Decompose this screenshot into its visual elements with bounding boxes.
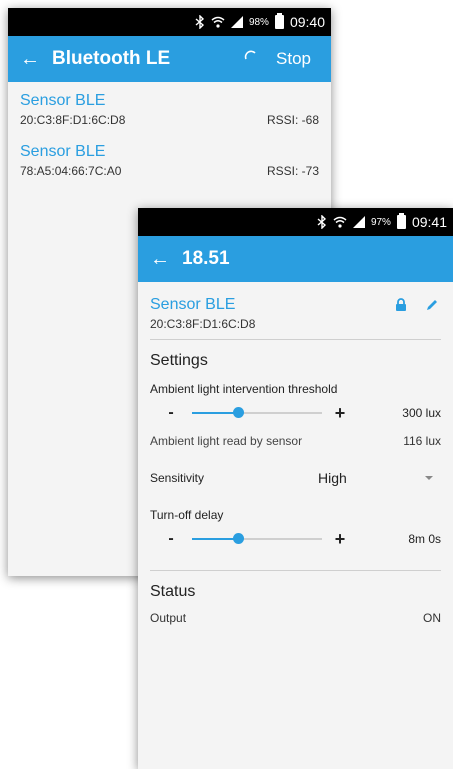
battery-percent: 98%	[248, 16, 269, 28]
delay-plus-button[interactable]: +	[322, 529, 358, 550]
threshold-slider-row: - + 300 lux	[150, 402, 441, 424]
back-arrow-icon[interactable]: ←	[8, 48, 52, 71]
divider	[150, 570, 441, 571]
sensitivity-value: High	[318, 470, 347, 486]
stop-button[interactable]: Stop	[268, 49, 331, 69]
device-name: Sensor BLE	[150, 296, 236, 313]
delay-value: 8m 0s	[408, 532, 441, 546]
back-arrow-icon[interactable]: ←	[138, 248, 182, 271]
clock: 09:41	[411, 214, 447, 230]
threshold-label: Ambient light intervention threshold	[150, 382, 338, 396]
pencil-icon[interactable]	[425, 298, 439, 317]
battery-percent: 97%	[370, 216, 391, 228]
device-rssi: RSSI: -68	[266, 113, 319, 127]
status-bar: 97% 09:41	[138, 208, 453, 236]
device-list-item[interactable]: Sensor BLE 20:C3:8F:D1:6C:D8 RSSI: -68	[8, 82, 331, 133]
settings-heading: Settings	[150, 352, 208, 369]
dropdown-caret-icon	[425, 476, 433, 480]
app-bar: ← Bluetooth LE Stop	[8, 36, 331, 82]
device-list-item[interactable]: Sensor BLE 78:A5:04:66:7C:A0 RSSI: -73	[8, 133, 331, 184]
ambient-light-label: Ambient light read by sensor	[150, 434, 303, 448]
refresh-icon[interactable]	[234, 49, 268, 70]
device-mac: 78:A5:04:66:7C:A0	[20, 164, 122, 178]
bluetooth-icon	[317, 215, 327, 229]
ambient-light-row: Ambient light read by sensor 116 lux	[150, 434, 441, 448]
output-label: Output	[150, 611, 187, 625]
app-bar: ← 18.51	[138, 236, 453, 282]
device-header: Sensor BLE 20:C3:8F:D1:6C:D8	[150, 282, 441, 331]
device-mac: 20:C3:8F:D1:6C:D8	[150, 317, 256, 331]
device-name: Sensor BLE	[20, 92, 106, 109]
device-name: Sensor BLE	[20, 143, 106, 160]
threshold-minus-button[interactable]: -	[150, 404, 192, 422]
page-title: Bluetooth LE	[52, 48, 171, 69]
page-title: 18.51	[182, 248, 230, 269]
sensitivity-select[interactable]: High	[310, 470, 441, 486]
signal-icon	[352, 216, 365, 228]
slider-thumb[interactable]	[232, 407, 244, 418]
sensitivity-label: Sensitivity	[150, 471, 205, 485]
bluetooth-icon	[195, 15, 205, 29]
threshold-slider[interactable]	[192, 402, 322, 424]
ambient-light-value: 116 lux	[403, 434, 441, 448]
threshold-plus-button[interactable]: +	[322, 403, 358, 424]
output-row: Output ON	[150, 611, 441, 625]
device-mac: 20:C3:8F:D1:6C:D8	[20, 113, 126, 127]
device-settings-screen: 97% 09:41 ← 18.51 Sensor BLE 20:C3:8F:D1…	[138, 208, 453, 769]
output-value: ON	[423, 611, 441, 625]
divider	[150, 339, 441, 340]
sensitivity-row: Sensitivity High	[150, 470, 441, 486]
delay-slider-row: - + 8m 0s	[150, 528, 441, 550]
battery-icon	[274, 13, 284, 29]
signal-icon	[230, 16, 243, 28]
delay-slider[interactable]	[192, 528, 322, 550]
battery-icon	[396, 213, 406, 229]
device-rssi: RSSI: -73	[266, 164, 319, 178]
lock-icon[interactable]	[395, 298, 407, 317]
delay-label: Turn-off delay	[150, 508, 224, 522]
status-heading: Status	[150, 583, 196, 600]
wifi-icon	[333, 216, 347, 228]
clock: 09:40	[289, 14, 325, 30]
slider-thumb[interactable]	[232, 533, 244, 544]
status-bar: 98% 09:40	[8, 8, 331, 36]
wifi-icon	[211, 16, 225, 28]
threshold-value: 300 lux	[402, 406, 441, 420]
delay-minus-button[interactable]: -	[150, 530, 192, 548]
